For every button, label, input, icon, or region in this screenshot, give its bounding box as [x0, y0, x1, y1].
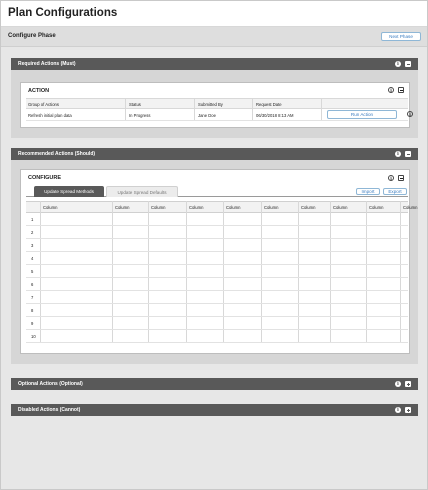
collapse-icon[interactable]	[398, 175, 404, 181]
column-header[interactable]: Column	[369, 205, 383, 210]
row-number: 10	[31, 334, 36, 339]
phase-title: Configure Phase	[8, 33, 56, 39]
column-header[interactable]: Column	[151, 205, 165, 210]
column-header: Status	[129, 102, 141, 107]
row-number: 5	[31, 269, 34, 274]
app-frame: Plan Configurations Configure Phase Next…	[0, 0, 428, 490]
table-row[interactable]: 7	[26, 291, 408, 304]
required-actions-header[interactable]: Required Actions (Must) i	[11, 58, 418, 70]
row-number: 9	[31, 321, 34, 326]
section-title: Disabled Actions (Cannot)	[18, 407, 81, 413]
column-header[interactable]: Column	[43, 205, 57, 210]
table-row[interactable]: 4	[26, 252, 408, 265]
row-number: 3	[31, 243, 34, 248]
info-icon[interactable]: i	[407, 111, 413, 117]
tab-update-spread-defaults[interactable]: Update Spread Defaults	[106, 186, 178, 197]
info-icon[interactable]: i	[388, 87, 394, 93]
info-icon[interactable]: i	[395, 61, 401, 67]
section-title: Optional Actions (Optional)	[18, 381, 83, 387]
configure-card-title: CONFIGURE	[28, 175, 61, 181]
expand-icon[interactable]	[405, 381, 411, 387]
tab-update-spread-methods[interactable]: Update Spread Methods	[34, 186, 104, 197]
row-number: 7	[31, 295, 34, 300]
optional-actions-header[interactable]: Optional Actions (Optional) i	[11, 378, 418, 390]
section-title: Recommended Actions (Should)	[18, 151, 96, 157]
phase-bar: Configure Phase Next Phase	[1, 27, 427, 47]
table-row[interactable]: 1	[26, 213, 408, 226]
recommended-actions-section: Recommended Actions (Should) i CONFIGURE…	[11, 148, 418, 364]
row-number: 2	[31, 230, 34, 235]
action-table-header: Group of Actions Status Submitted By Req…	[26, 98, 408, 109]
action-card: ACTION i Group of Actions Status Submitt…	[20, 82, 413, 128]
recommended-actions-header[interactable]: Recommended Actions (Should) i	[11, 148, 418, 160]
row-number: 4	[31, 256, 34, 261]
info-icon[interactable]: i	[395, 407, 401, 413]
export-button[interactable]: Export	[383, 188, 407, 195]
run-action-button[interactable]: Run Action	[327, 110, 397, 119]
action-card-title: ACTION	[28, 88, 50, 94]
collapse-icon[interactable]	[405, 61, 411, 67]
column-header: Request Date	[256, 102, 282, 107]
info-icon[interactable]: i	[395, 151, 401, 157]
import-button[interactable]: Import	[356, 188, 380, 195]
table-row[interactable]: 3	[26, 239, 408, 252]
column-header[interactable]: Column	[403, 205, 417, 210]
column-header: Group of Actions	[28, 102, 59, 107]
section-title: Required Actions (Must)	[18, 61, 76, 67]
row-number: 1	[31, 217, 34, 222]
info-icon[interactable]: i	[395, 381, 401, 387]
required-actions-section: Required Actions (Must) i ACTION i Group…	[11, 58, 418, 138]
optional-actions-section: Optional Actions (Optional) i	[11, 378, 418, 390]
row-number: 6	[31, 282, 34, 287]
title-bar: Plan Configurations	[1, 1, 427, 27]
spread-grid: Column Column Column Column Column Column Colu…	[26, 201, 417, 344]
page-title: Plan Configurations	[8, 7, 118, 19]
table-row[interactable]: 6	[26, 278, 408, 291]
row-number: 8	[31, 308, 34, 313]
collapse-icon[interactable]	[398, 87, 404, 93]
column-header: Submitted By	[198, 102, 223, 107]
info-icon[interactable]: i	[388, 175, 394, 181]
table-row[interactable]: 8	[26, 304, 408, 317]
table-row[interactable]: 10	[26, 330, 408, 343]
tab-bar: Update Spread Methods Update Spread Defa…	[26, 186, 408, 197]
row-status: In Progress	[129, 113, 151, 118]
collapse-icon[interactable]	[405, 151, 411, 157]
column-header[interactable]: Column	[189, 205, 203, 210]
row-submitted-by: Jane Doe	[198, 113, 216, 118]
column-header[interactable]: Column	[333, 205, 347, 210]
column-header[interactable]: Column	[226, 205, 240, 210]
row-group: Refresh initial plan data	[28, 113, 72, 118]
configure-card: CONFIGURE i Update Spread Methods Update…	[20, 169, 417, 354]
column-header[interactable]: Column	[301, 205, 315, 210]
grid-header	[26, 201, 408, 213]
column-header[interactable]: Column	[115, 205, 129, 210]
column-header[interactable]: Column	[264, 205, 278, 210]
table-row[interactable]: 5	[26, 265, 408, 278]
table-row[interactable]: 2	[26, 226, 408, 239]
next-phase-button[interactable]: Next Phase	[381, 32, 421, 41]
disabled-actions-section: Disabled Actions (Cannot) i	[11, 404, 418, 416]
disabled-actions-header[interactable]: Disabled Actions (Cannot) i	[11, 404, 418, 416]
row-request-date: 06/30/2018 8:13 AM	[256, 113, 294, 118]
expand-icon[interactable]	[405, 407, 411, 413]
table-row[interactable]: 9	[26, 317, 408, 330]
